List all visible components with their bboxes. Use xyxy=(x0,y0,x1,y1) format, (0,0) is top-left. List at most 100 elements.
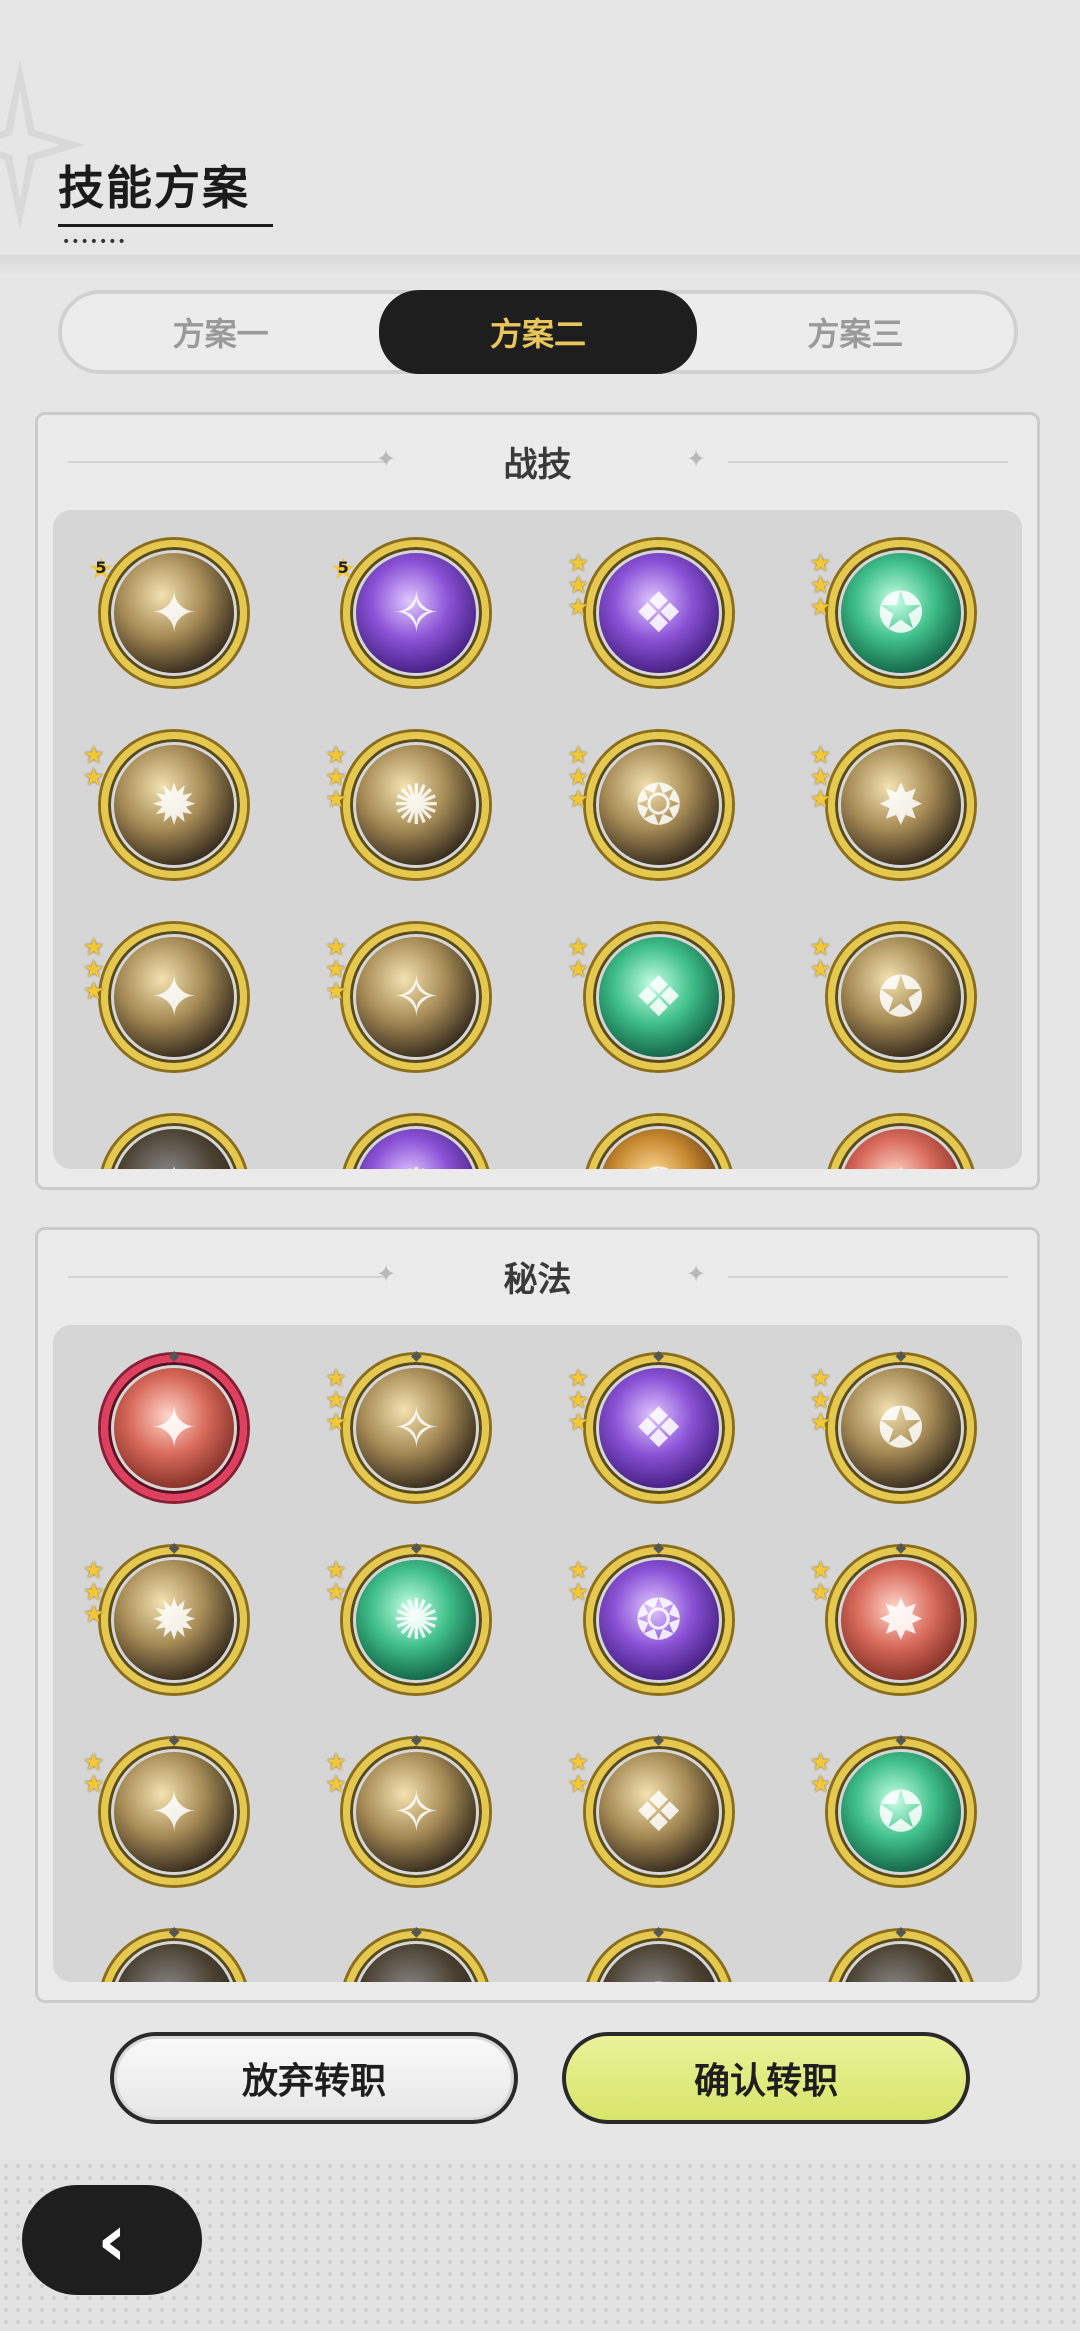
skill-slot[interactable]: ✸◆ xyxy=(780,1924,1022,1983)
spin-slash-icon[interactable]: ✹ xyxy=(101,732,248,878)
confirm-job-change-button[interactable]: 确认转职 xyxy=(562,2032,970,2124)
heart-shield-icon[interactable]: ✪ ◆ xyxy=(827,1348,974,1501)
icon-glyph: ❂ xyxy=(635,1587,683,1653)
star-level-badge: ★ 5 xyxy=(325,552,361,588)
arcane-skill-grid-scroll[interactable]: ✦ ◆ ✧ ◆ ★ ★ ★ ❖ ◆ ★ ★ ★ ✪ ◆ ★ ★ ★ ✹ ◆ ★ ★ ★ ✺ ◆ ★ ★ ❂ ◆ ★ ★ ✸ ◆ ★ ★ ✦ ◆ ★ ★ ✧ ◆… xyxy=(53,1325,1022,1982)
green-sword-icon[interactable]: ❖ xyxy=(585,924,732,1070)
partial-red-icon[interactable]: ✸ xyxy=(827,1116,974,1169)
red-sword-plus-icon[interactable]: ✸ ◆ xyxy=(827,1540,974,1693)
skill-slot[interactable]: ❂ ◆ ★ ★ xyxy=(538,1540,780,1693)
purple-orb-icon[interactable]: ❂ ◆ xyxy=(585,1540,732,1693)
star-icon: ★ xyxy=(567,1578,590,1606)
green-arrows-icon[interactable]: ✪ xyxy=(827,540,974,686)
ground-spikes-icon[interactable]: ❂ xyxy=(585,732,732,878)
shining-shield-icon[interactable]: ✪ xyxy=(827,924,974,1070)
icon-art: ✸ xyxy=(840,1129,961,1169)
icon-art: ❂ xyxy=(598,1560,719,1680)
afterimage-dash-icon[interactable]: ✦ xyxy=(101,924,248,1070)
skill-slot[interactable]: ✸ xyxy=(780,1116,1022,1169)
skill-slot[interactable]: ✸ ★ ★ ★ xyxy=(780,732,1022,878)
skill-slot[interactable]: ✹ ◆ ★ ★ ★ xyxy=(53,1540,295,1693)
skill-slot[interactable]: ✹ xyxy=(53,1116,295,1169)
skill-slot[interactable]: ❂ ★ ★ ★ xyxy=(538,732,780,878)
purple-heart-burst-icon[interactable]: ❖ xyxy=(585,540,732,686)
purple-figure-icon[interactable]: ❖ ◆ xyxy=(585,1348,732,1501)
skill-slot[interactable]: ✺ ◆ ★ ★ xyxy=(295,1540,537,1693)
icon-art: ❖ xyxy=(598,1368,719,1488)
skill-slot[interactable]: ✦ ◆ xyxy=(53,1348,295,1501)
red-fist-icon[interactable]: ✦ ◆ xyxy=(101,1348,248,1501)
skill-slot[interactable]: ❖ ★ ★ ★ xyxy=(538,540,780,686)
purple-claw-icon[interactable]: ✧ xyxy=(343,540,490,686)
skill-slot[interactable]: ✧ ◆ ★ ★ ★ xyxy=(295,1348,537,1501)
green-heal-icon[interactable]: ✺ ◆ xyxy=(343,1540,490,1693)
skill-slot[interactable]: ✹◆ xyxy=(53,1924,295,1982)
back-button[interactable]: ‹ xyxy=(22,2185,202,2295)
star-rating: ★ ★ xyxy=(325,1750,347,1796)
star-icon: ★ xyxy=(83,763,105,791)
reaching-hand-icon[interactable]: ✧ xyxy=(343,924,490,1070)
skill-slot[interactable]: ❖ ◆ ★ ★ xyxy=(538,1732,780,1885)
page-title: 技能方案 xyxy=(58,161,250,215)
skill-slot[interactable]: ❂◆ xyxy=(538,1924,780,1982)
icon-art: ❖ xyxy=(598,937,719,1057)
skill-slot[interactable]: ✺◆ xyxy=(295,1924,537,1982)
skill-slot[interactable]: ✹ ★ ★ xyxy=(53,732,295,878)
partial-purple-icon[interactable]: ✺ xyxy=(343,1116,490,1169)
green-heart-icon[interactable]: ✪ ◆ xyxy=(827,1732,974,1885)
icon-art: ❂ xyxy=(598,745,719,865)
star-icon: ★ xyxy=(809,785,832,813)
skill-slot[interactable]: ✦ ★ ★ ★ xyxy=(53,924,295,1070)
skill-slot[interactable]: ✦ ★ 5 xyxy=(53,540,295,686)
golden-armor-icon[interactable]: ❖ ◆ xyxy=(585,1732,732,1885)
skill-slot[interactable]: ✪ ◆ ★ ★ xyxy=(780,1732,1022,1885)
icon-art: ✧ xyxy=(356,1752,477,1872)
frame-pin-icon: ◆ xyxy=(895,1348,907,1364)
skill-slot[interactable]: ❖ ◆ ★ ★ ★ xyxy=(538,1348,780,1501)
partial-icon-1[interactable]: ✹◆ xyxy=(101,1924,248,1982)
skill-slot[interactable]: ✪ ◆ ★ ★ ★ xyxy=(780,1348,1022,1501)
partial-orange-icon[interactable]: ❂ xyxy=(585,1116,732,1169)
tab-plan-1[interactable]: 方案一 xyxy=(62,294,379,370)
skill-slot[interactable]: ✧ ★ ★ ★ xyxy=(295,924,537,1070)
icon-glyph: ✦ xyxy=(150,1779,198,1845)
golden-target-icon[interactable]: ✹ ◆ xyxy=(101,1540,248,1693)
golden-crowd-icon[interactable]: ✧ ◆ xyxy=(343,1348,490,1501)
frame-pin-icon: ◆ xyxy=(168,1924,180,1940)
icon-glyph: ❂ xyxy=(635,772,683,838)
skill-slot[interactable]: ❖ ★ ★ xyxy=(538,924,780,1070)
skill-slot[interactable]: ✧ ◆ ★ ★ xyxy=(295,1732,537,1885)
silver-sword-icon[interactable]: ✧ ◆ xyxy=(343,1732,490,1885)
skill-slot[interactable]: ✧ ★ 5 xyxy=(295,540,537,686)
tab-plan-3[interactable]: 方案三 xyxy=(697,294,1014,370)
diagonal-strike-icon[interactable]: ✸ xyxy=(827,732,974,878)
skill-slot[interactable]: ✪ ★ ★ xyxy=(780,924,1022,1070)
skill-slot[interactable]: ✦ ◆ ★ ★ xyxy=(53,1732,295,1885)
partial-icon-4[interactable]: ✸◆ xyxy=(827,1924,974,1983)
golden-beast-icon[interactable]: ✦ ◆ xyxy=(101,1732,248,1885)
combat-skill-grid-scroll[interactable]: ✦ ★ 5 ✧ ★ 5 ❖ ★ ★ ★ ✪ ★ ★ ★ ✹ ★ ★ ✺ ★ ★ ★ ❂ ★ ★ ★ ✸ ★ ★ ★ ✦ ★ ★ ★ ✧ ★ ★ ★ ❖ ★ ★… xyxy=(53,510,1022,1169)
icon-glyph: ✪ xyxy=(877,1779,925,1845)
partial-icon-2[interactable]: ✺◆ xyxy=(343,1924,490,1982)
tab-plan-2[interactable]: 方案二 xyxy=(379,290,697,374)
star-rating: ★ ★ xyxy=(810,1558,832,1604)
golden-slash-icon[interactable]: ✦ xyxy=(101,540,248,686)
star-icon: ★ xyxy=(567,955,590,983)
star-rating: ★ ★ ★ xyxy=(568,551,590,619)
star-icon: ★ xyxy=(809,1770,832,1798)
frame-pin-icon: ◆ xyxy=(895,1924,907,1940)
skill-slot[interactable]: ✸ ◆ ★ ★ xyxy=(780,1540,1022,1693)
icon-glyph: ✧ xyxy=(392,580,440,646)
abandon-job-change-button[interactable]: 放弃转职 xyxy=(110,2032,518,2124)
skill-slot[interactable]: ✺ xyxy=(295,1116,537,1169)
skill-slot[interactable]: ❂ xyxy=(538,1116,780,1169)
partial-icon-3[interactable]: ❂◆ xyxy=(585,1924,732,1982)
sweeping-slash-icon[interactable]: ✺ xyxy=(343,732,490,878)
icon-glyph: ✸ xyxy=(841,1944,961,1983)
skill-slot[interactable]: ✪ ★ ★ ★ xyxy=(780,540,1022,686)
icon-art: ✺ xyxy=(356,745,477,865)
icon-art: ✪ xyxy=(840,1368,961,1488)
partial-dark-icon[interactable]: ✹ xyxy=(101,1116,248,1169)
sparkle-icon: ✦ xyxy=(686,445,707,473)
skill-slot[interactable]: ✺ ★ ★ ★ xyxy=(295,732,537,878)
